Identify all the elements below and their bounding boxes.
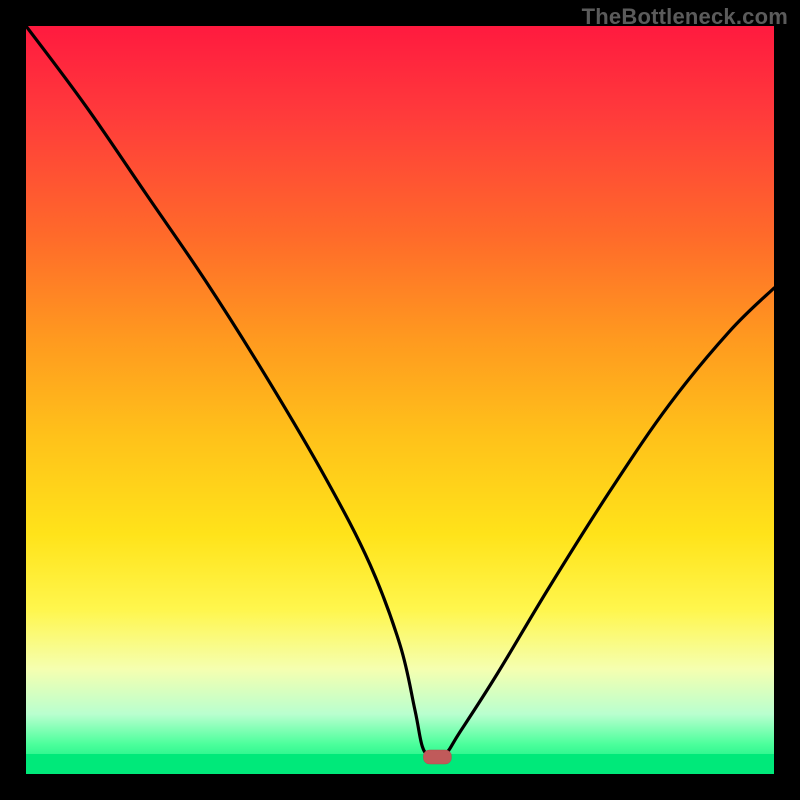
watermark-text: TheBottleneck.com [582,4,788,30]
chart-frame: TheBottleneck.com [0,0,800,800]
minimum-marker [423,750,451,764]
plot-area [26,26,774,774]
bottleneck-curve [26,26,774,774]
